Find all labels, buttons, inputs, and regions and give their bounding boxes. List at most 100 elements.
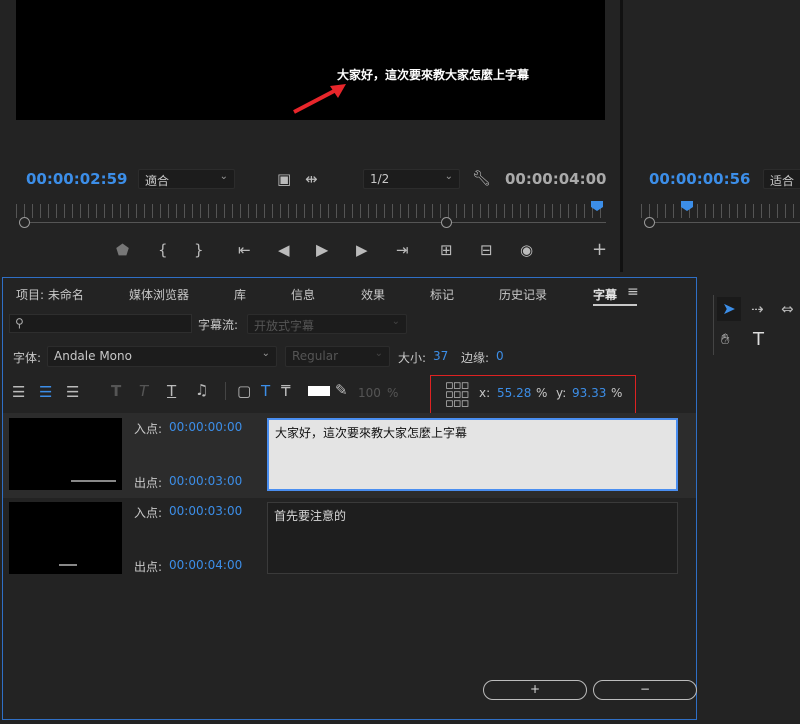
y-label: y: xyxy=(556,386,567,400)
chevron-down-icon: ⌄ xyxy=(261,348,270,359)
caption-thumbnail-text xyxy=(71,480,116,482)
y-percent: % xyxy=(611,386,623,400)
tab-libraries[interactable]: 库 xyxy=(234,286,246,303)
in-time[interactable]: 00:00:00:00 xyxy=(169,420,242,434)
source-fit-select[interactable]: 适合 xyxy=(763,169,800,189)
panel-menu-icon[interactable]: ≡ xyxy=(627,284,639,300)
opacity-percent: % xyxy=(387,386,399,400)
bold-icon: T xyxy=(111,382,122,400)
remove-caption-button[interactable]: − xyxy=(593,680,697,700)
in-label: 入点: xyxy=(134,422,163,436)
source-monitor: 00:00:00:56 适合 xyxy=(623,0,800,272)
font-select[interactable]: Andale Mono ⌄ xyxy=(47,346,277,367)
tab-media-browser[interactable]: 媒体浏览器 xyxy=(129,286,189,303)
go-to-in-icon[interactable]: ⇤ xyxy=(238,241,251,259)
tools-panel: ➤ ⇢ ⇔ ✋︎ T xyxy=(703,277,800,720)
mark-out-icon[interactable]: } xyxy=(194,241,204,259)
insert-icon[interactable]: ⊞ xyxy=(440,241,453,259)
eyedropper-icon[interactable]: ✎ xyxy=(335,381,348,399)
go-to-out-icon[interactable]: ⇥ xyxy=(396,241,409,259)
edge-color-icon[interactable]: ₸ xyxy=(281,382,291,400)
track-select-tool-icon[interactable]: ⇢ xyxy=(751,300,764,318)
tab-history[interactable]: 历史记录 xyxy=(499,286,547,303)
color-swatch[interactable] xyxy=(308,386,330,396)
program-monitor: 大家好，這次要來教大家怎麼上字幕 00:00:02:59 適合 ⌄ ▣ ⇹ 1/2… xyxy=(0,0,620,272)
text-color-icon[interactable]: T xyxy=(261,382,270,400)
zoom-handle-right[interactable] xyxy=(441,217,452,228)
mark-in-icon[interactable]: { xyxy=(158,241,168,259)
search-input[interactable]: ⚲ xyxy=(9,314,192,333)
source-time-ruler[interactable] xyxy=(641,204,800,218)
underline-icon[interactable]: T xyxy=(167,382,176,400)
size-value[interactable]: 37 xyxy=(433,349,448,363)
fit-select[interactable]: 適合 ⌄ xyxy=(138,169,235,189)
caption-row-selected[interactable]: 入点: 00:00:00:00 出点: 00:00:03:00 大家好，這次要來… xyxy=(3,413,696,498)
italic-icon: T xyxy=(139,382,149,400)
zoom-track xyxy=(20,222,606,223)
caption-row[interactable]: 入点: 00:00:03:00 出点: 00:00:04:00 首先要注意的 xyxy=(3,498,696,580)
caption-thumbnail-text xyxy=(59,564,77,566)
out-time[interactable]: 00:00:04:00 xyxy=(169,558,242,572)
source-zoom-track xyxy=(645,222,800,223)
font-label: 字体: xyxy=(13,351,42,365)
tab-info[interactable]: 信息 xyxy=(291,286,315,303)
font-value: Andale Mono xyxy=(54,349,132,363)
toolbar-divider xyxy=(225,382,226,400)
background-color-icon[interactable]: ▢ xyxy=(237,382,251,400)
chevron-down-icon: ⌄ xyxy=(374,348,383,359)
export-frame-icon[interactable]: ▣ xyxy=(277,170,291,188)
subtitle-preview-text: 大家好，這次要來教大家怎麼上字幕 xyxy=(337,68,530,82)
tab-effects[interactable]: 效果 xyxy=(361,286,385,303)
camera-icon[interactable]: ◉ xyxy=(520,241,533,259)
y-value[interactable]: 93.33 xyxy=(572,386,606,400)
in-time[interactable]: 00:00:03:00 xyxy=(169,504,242,518)
time-ruler[interactable] xyxy=(16,204,606,218)
align-right-icon[interactable]: ☰ xyxy=(66,383,79,401)
play-icon[interactable]: ▶︎ xyxy=(316,240,328,259)
captions-panel: 项目: 未命名 媒体浏览器 库 信息 效果 标记 历史记录 字幕 ≡ ⚲ 字幕流… xyxy=(2,277,697,720)
type-tool-icon[interactable]: T xyxy=(753,329,764,350)
align-center-icon[interactable]: ☰ xyxy=(39,383,52,401)
font-style-value: Regular xyxy=(292,349,339,363)
tab-project[interactable]: 项目: 未命名 xyxy=(16,286,84,303)
resolution-value: 1/2 xyxy=(370,172,390,186)
edge-label: 边缘: xyxy=(461,351,490,365)
out-time[interactable]: 00:00:03:00 xyxy=(169,474,242,488)
fit-select-value: 適合 xyxy=(145,174,170,188)
selection-tool-icon[interactable]: ➤ xyxy=(717,297,741,321)
caption-stream-select: 开放式字幕 ⌄ xyxy=(247,314,407,334)
ripple-edit-tool-icon[interactable]: ⇔ xyxy=(781,300,794,318)
align-left-icon[interactable]: ☰ xyxy=(12,383,25,401)
caption-text-input[interactable]: 大家好，這次要來教大家怎麼上字幕 xyxy=(267,418,678,491)
duration-timecode: 00:00:04:00 xyxy=(505,170,607,188)
step-forward-icon[interactable]: ▶︎ xyxy=(356,241,368,259)
out-label: 出点: xyxy=(134,476,163,490)
in-label: 入点: xyxy=(134,506,163,520)
chevron-down-icon: ⌄ xyxy=(219,171,228,182)
tab-captions[interactable]: 字幕 xyxy=(593,286,617,303)
caption-text-input[interactable]: 首先要注意的 xyxy=(267,502,678,574)
current-timecode[interactable]: 00:00:02:59 xyxy=(26,170,128,188)
x-value[interactable]: 55.28 xyxy=(497,386,531,400)
caption-stream-value: 开放式字幕 xyxy=(254,319,315,333)
source-fit-value: 适合 xyxy=(770,174,795,188)
wrench-icon[interactable]: 🔧︎ xyxy=(472,169,491,187)
position-grid-icon[interactable]: ▫▫▫ ▫▫▫ ▫▫▫ xyxy=(445,379,469,410)
x-percent: % xyxy=(536,386,548,400)
source-timecode[interactable]: 00:00:00:56 xyxy=(649,170,751,188)
music-note-icon[interactable]: ♫ xyxy=(195,381,208,399)
snap-icon: ⇹ xyxy=(305,170,318,188)
chevron-down-icon: ⌄ xyxy=(391,316,400,327)
add-button-icon[interactable]: + xyxy=(592,239,607,260)
add-marker-icon[interactable]: ⬟ xyxy=(116,241,129,259)
tab-markers[interactable]: 标记 xyxy=(430,286,454,303)
hand-tool-icon[interactable]: ✋︎ xyxy=(721,330,730,348)
caption-thumbnail xyxy=(9,418,122,490)
resolution-select[interactable]: 1/2 ⌄ xyxy=(363,169,460,189)
source-zoom-handle[interactable] xyxy=(644,217,655,228)
overwrite-icon[interactable]: ⊟ xyxy=(480,241,493,259)
step-back-icon[interactable]: ◀︎ xyxy=(278,241,290,259)
edge-value[interactable]: 0 xyxy=(496,349,504,363)
zoom-handle-left[interactable] xyxy=(19,217,30,228)
add-caption-button[interactable]: + xyxy=(483,680,587,700)
